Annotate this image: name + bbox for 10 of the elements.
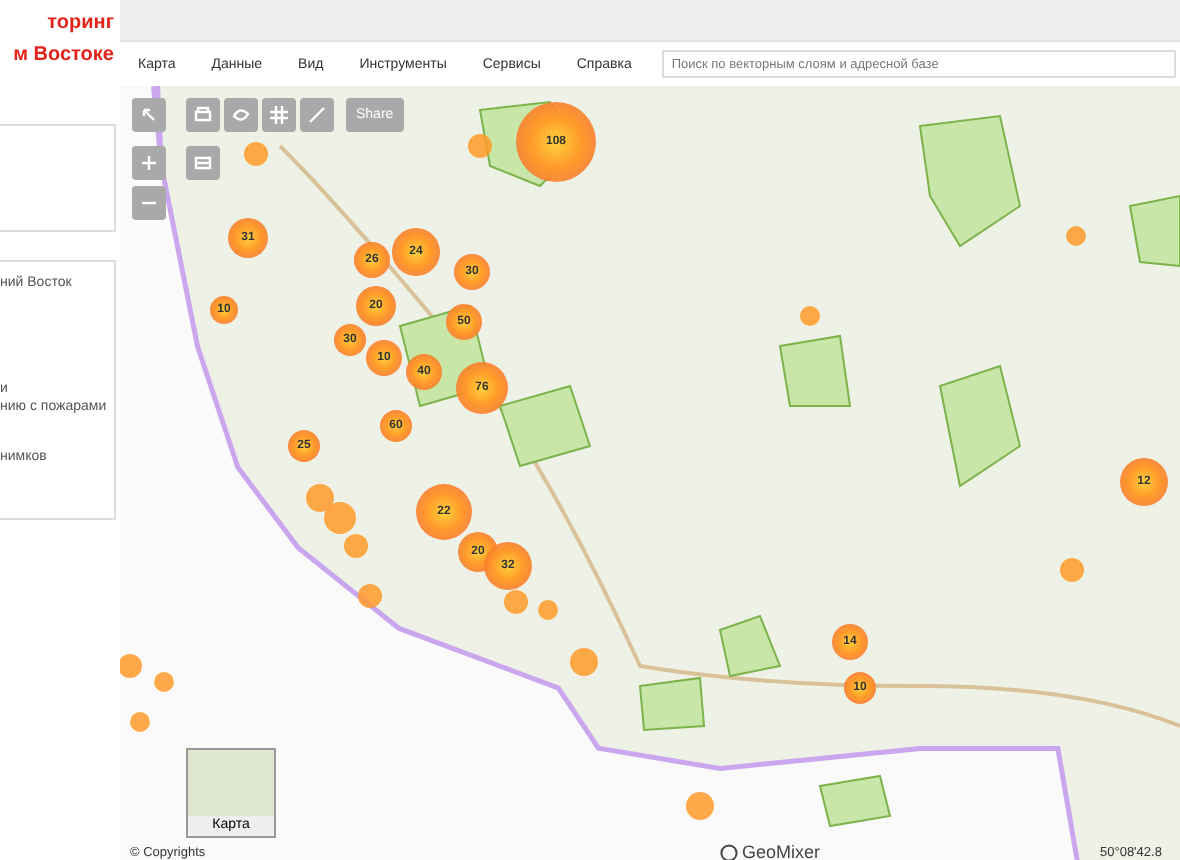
zoom-out-icon[interactable] (132, 186, 166, 220)
printer-icon[interactable] (186, 98, 220, 132)
globe-icon (720, 843, 738, 860)
zoom-in-icon[interactable] (132, 146, 166, 180)
brand-logo: GeoMixer (742, 842, 821, 860)
pencil-icon[interactable] (300, 98, 334, 132)
site-title: торинг м Востоке (11, 10, 116, 70)
sidebar-panel (0, 124, 116, 232)
layers-icon[interactable] (186, 146, 220, 180)
grid-icon[interactable] (262, 98, 296, 132)
